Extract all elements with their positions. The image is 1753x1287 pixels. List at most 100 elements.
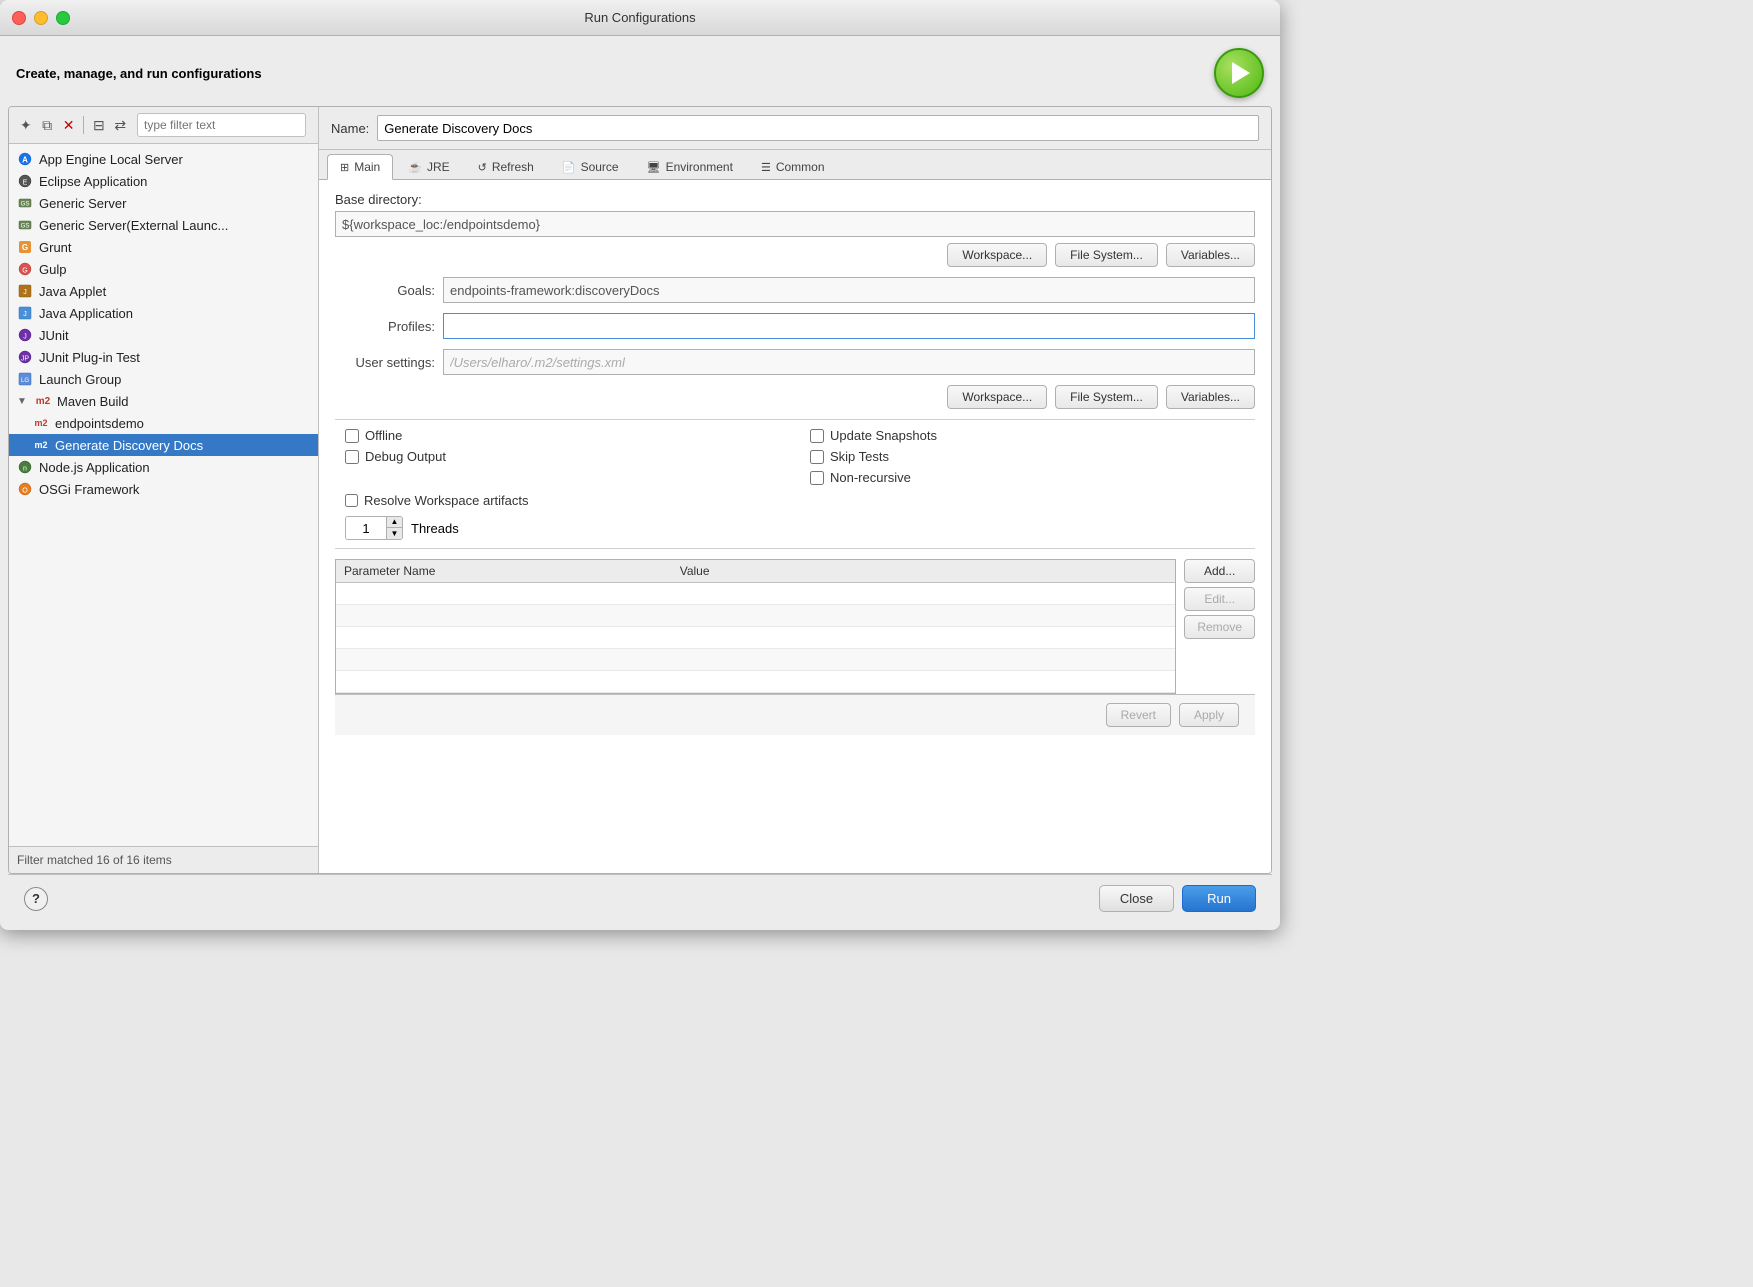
sidebar-item-app-engine[interactable]: A App Engine Local Server: [9, 148, 318, 170]
tab-refresh[interactable]: ↺ Refresh: [465, 154, 547, 179]
sidebar-item-label: JUnit: [39, 328, 69, 343]
collapse-button[interactable]: ⊟: [90, 114, 107, 136]
svg-text:J: J: [23, 334, 27, 341]
new-config-button[interactable]: ✦: [17, 114, 34, 136]
variables-button-2[interactable]: Variables...: [1166, 385, 1255, 409]
gulp-icon: G: [17, 261, 33, 277]
run-dialog-button[interactable]: Run: [1182, 885, 1256, 912]
sidebar-item-osgi[interactable]: O OSGi Framework: [9, 478, 318, 500]
threads-row: ▲ ▼ Threads: [345, 516, 1255, 540]
table-row: [336, 627, 1175, 649]
filesystem-button-2[interactable]: File System...: [1055, 385, 1158, 409]
workspace-button-1[interactable]: Workspace...: [947, 243, 1047, 267]
tab-environment[interactable]: 🖥 Environment: [634, 154, 746, 179]
title-bar: Run Configurations: [0, 0, 1280, 36]
remove-param-button[interactable]: Remove: [1184, 615, 1255, 639]
tab-main[interactable]: ⊞ Main: [327, 154, 393, 180]
sidebar-item-label: OSGi Framework: [39, 482, 139, 497]
tab-common[interactable]: ☰ Common: [748, 154, 838, 179]
jre-tab-icon: ☕: [408, 161, 422, 174]
profiles-input[interactable]: [443, 313, 1255, 339]
workspace-button-2[interactable]: Workspace...: [947, 385, 1047, 409]
update-snapshots-checkbox-item: Update Snapshots: [810, 428, 1255, 443]
sidebar: ✦ ⧉ ✕ ⊟ ⇄ A App Engine Local Server: [9, 107, 319, 873]
sidebar-item-nodejs[interactable]: n Node.js Application: [9, 456, 318, 478]
debug-output-checkbox[interactable]: [345, 450, 359, 464]
delete-button[interactable]: ✕: [60, 114, 77, 136]
junit-icon: J: [17, 327, 33, 343]
tab-refresh-label: Refresh: [492, 160, 534, 174]
goals-input[interactable]: [443, 277, 1255, 303]
duplicate-button[interactable]: ⧉: [38, 114, 55, 136]
sidebar-item-generic-server[interactable]: GS Generic Server: [9, 192, 318, 214]
threads-stepper: ▲ ▼: [386, 517, 402, 539]
generic-ext-icon: GS: [17, 217, 33, 233]
tab-environment-label: Environment: [666, 160, 733, 174]
right-panel: Name: ⊞ Main ☕ JRE ↺ Refresh 📄: [319, 107, 1271, 873]
threads-input[interactable]: [346, 517, 386, 539]
sidebar-item-java-applet[interactable]: J Java Applet: [9, 280, 318, 302]
svg-text:J: J: [23, 289, 27, 296]
resolve-workspace-checkbox[interactable]: [345, 494, 358, 507]
filter-input[interactable]: [137, 113, 306, 137]
sidebar-item-gulp[interactable]: G Gulp: [9, 258, 318, 280]
help-button[interactable]: ?: [24, 887, 48, 911]
non-recursive-checkbox[interactable]: [810, 471, 824, 485]
tree-toggle[interactable]: ▼: [17, 396, 29, 407]
minimize-window-button[interactable]: [34, 11, 48, 25]
maximize-window-button[interactable]: [56, 11, 70, 25]
main-content: ✦ ⧉ ✕ ⊟ ⇄ A App Engine Local Server: [8, 106, 1272, 874]
update-snapshots-checkbox[interactable]: [810, 429, 824, 443]
sidebar-item-launch-group[interactable]: LG Launch Group: [9, 368, 318, 390]
sidebar-item-junit-plugin[interactable]: JP JUnit Plug-in Test: [9, 346, 318, 368]
sidebar-item-junit[interactable]: J JUnit: [9, 324, 318, 346]
window-title: Run Configurations: [584, 10, 695, 25]
param-name-header: Parameter Name: [336, 560, 672, 583]
filesystem-button-1[interactable]: File System...: [1055, 243, 1158, 267]
refresh-tab-icon: ↺: [478, 161, 487, 174]
name-input[interactable]: [377, 115, 1259, 141]
sidebar-item-generate-discovery[interactable]: m2 Generate Discovery Docs: [9, 434, 318, 456]
endpointsdemo-icon: m2: [33, 415, 49, 431]
sidebar-item-label: Grunt: [39, 240, 72, 255]
filter-button[interactable]: ⇄: [112, 114, 129, 136]
add-param-button[interactable]: Add...: [1184, 559, 1255, 583]
run-button-large[interactable]: [1214, 48, 1264, 98]
sidebar-item-maven-build[interactable]: ▼ m2 Maven Build: [9, 390, 318, 412]
sidebar-item-label: Launch Group: [39, 372, 121, 387]
skip-tests-checkbox[interactable]: [810, 450, 824, 464]
sidebar-item-generic-ext[interactable]: GS Generic Server(External Launc...: [9, 214, 318, 236]
sidebar-item-label: Gulp: [39, 262, 66, 277]
bottom-right: Close Run: [1099, 885, 1256, 912]
close-dialog-button[interactable]: Close: [1099, 885, 1174, 912]
apply-button[interactable]: Apply: [1179, 703, 1239, 727]
tabs-bar: ⊞ Main ☕ JRE ↺ Refresh 📄 Source 🖥 En: [319, 150, 1271, 180]
threads-up-button[interactable]: ▲: [387, 517, 402, 528]
threads-down-button[interactable]: ▼: [387, 528, 402, 539]
sidebar-item-grunt[interactable]: G Grunt: [9, 236, 318, 258]
junit-plugin-icon: JP: [17, 349, 33, 365]
svg-text:A: A: [22, 156, 28, 165]
sidebar-item-label: Generic Server(External Launc...: [39, 218, 228, 233]
offline-checkbox[interactable]: [345, 429, 359, 443]
sidebar-item-java-app[interactable]: J Java Application: [9, 302, 318, 324]
maven-build-icon: m2: [35, 393, 51, 409]
revert-button[interactable]: Revert: [1106, 703, 1171, 727]
close-window-button[interactable]: [12, 11, 26, 25]
tab-jre[interactable]: ☕ JRE: [395, 154, 462, 179]
generic-server-icon: GS: [17, 195, 33, 211]
non-recursive-label: Non-recursive: [830, 470, 911, 485]
tab-source[interactable]: 📄 Source: [549, 154, 632, 179]
sidebar-item-eclipse[interactable]: E Eclipse Application: [9, 170, 318, 192]
user-settings-input[interactable]: [443, 349, 1255, 375]
checkboxes-area: Offline Update Snapshots Debug Output Sk…: [335, 428, 1255, 485]
variables-button-1[interactable]: Variables...: [1166, 243, 1255, 267]
sidebar-list: A App Engine Local Server E Eclipse Appl…: [9, 144, 318, 846]
edit-param-button[interactable]: Edit...: [1184, 587, 1255, 611]
tab-source-label: Source: [581, 160, 619, 174]
svg-text:E: E: [23, 180, 28, 187]
tab-main-label: Main: [354, 160, 380, 174]
sidebar-item-endpointsdemo[interactable]: m2 endpointsdemo: [9, 412, 318, 434]
sidebar-item-label: endpointsdemo: [55, 416, 144, 431]
base-directory-input[interactable]: [335, 211, 1255, 237]
